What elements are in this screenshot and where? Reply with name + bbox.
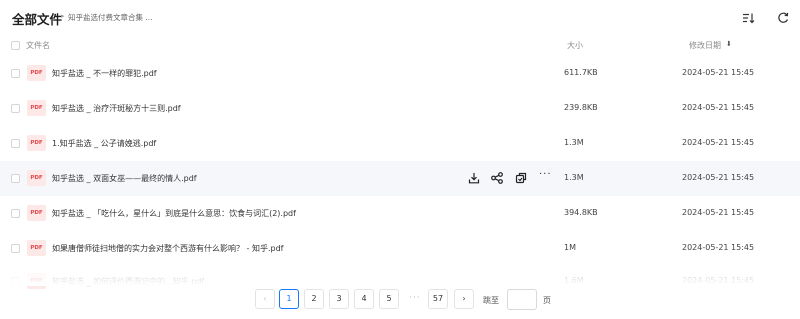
file-name[interactable]: 知乎盐选 _ 双面女巫——最终的情人.pdf [52,173,197,184]
file-size: 1.3M [564,173,584,182]
pdf-file-icon: PDF [27,205,46,221]
file-name[interactable]: 知乎盐选 _ 不一样的罪犯.pdf [52,68,157,79]
pagination-ellipsis[interactable]: ··· [409,293,421,303]
page-button-4[interactable]: 4 [354,289,374,309]
next-page-button[interactable]: › [454,289,474,309]
breadcrumb-separator-icon: ▸ [61,12,65,20]
row-checkbox[interactable] [11,244,20,253]
column-header-row: 文件名 大小 修改日期 ⬇ [0,36,800,56]
sort-icon[interactable] [741,10,755,24]
column-name-header[interactable]: 文件名 [26,40,50,51]
file-modified-date: 2024-05-21 15:45 [682,173,755,182]
file-size: 611.7KB [564,68,598,77]
file-row[interactable]: PDF 知乎盐选 _ 「吃什么，星什么」到底是什么意思：饮食与词汇(2).pdf… [0,196,800,231]
more-actions-icon[interactable]: ··· [539,169,552,180]
share-icon[interactable] [490,171,504,185]
column-date-header[interactable]: 修改日期 [689,40,721,51]
page-title: 全部文件 [12,12,63,27]
pdf-file-icon: PDF [27,273,46,289]
breadcrumb[interactable]: 知乎盐选付费文章合集 ... [68,12,153,23]
file-row[interactable]: PDF 知乎盐选 _ 治疗汗斑秘方十三则.pdf 239.8KB 2024-05… [0,91,800,126]
select-all-checkbox[interactable] [11,41,20,50]
pdf-file-icon: PDF [27,65,46,81]
row-checkbox[interactable] [11,174,20,183]
jump-page-unit: 页 [543,296,551,305]
file-name[interactable]: 1.知乎盐选 _ 公子请娩逃.pdf [52,138,156,149]
file-size: 1.6M [564,276,584,285]
file-row[interactable]: PDF 如果唐僧师徒扫地僧的实力会对整个西游有什么影响？ - 知乎.pdf 1M… [0,231,800,266]
file-row-hovered[interactable]: PDF 知乎盐选 _ 双面女巫——最终的情人.pdf ··· 1.3M 2024… [0,161,800,196]
pdf-file-icon: PDF [27,135,46,151]
file-size: 239.8KB [564,103,598,112]
file-modified-date: 2024-05-21 15:45 [682,276,755,285]
page-button-1[interactable]: 1 [279,289,299,309]
row-checkbox[interactable] [11,139,20,148]
page-button-5[interactable]: 5 [379,289,399,309]
file-modified-date: 2024-05-21 15:45 [682,138,755,147]
download-icon[interactable] [467,171,481,185]
row-checkbox[interactable] [11,209,20,218]
file-row[interactable]: PDF 1.知乎盐选 _ 公子请娩逃.pdf 1.3M 2024-05-21 1… [0,126,800,161]
page-button-last[interactable]: 57 [428,289,448,309]
toolbar-header: 全部文件 ▸ 知乎盐选付费文章合集 ... [0,0,800,34]
page-button-2[interactable]: 2 [304,289,324,309]
page-button-3[interactable]: 3 [329,289,349,309]
file-name[interactable]: 如果唐僧师徒扫地僧的实力会对整个西游有什么影响？ - 知乎.pdf [52,243,284,254]
pdf-file-icon: PDF [27,240,46,256]
file-size: 1.3M [564,138,584,147]
refresh-icon[interactable] [776,10,790,24]
file-modified-date: 2024-05-21 15:45 [682,208,755,217]
file-modified-date: 2024-05-21 15:45 [682,103,755,112]
jump-to-label: 跳至 [483,296,499,305]
file-modified-date: 2024-05-21 15:45 [682,68,755,77]
pagination: ‹ 1 2 3 4 5 ··· 57 › 跳至 页 [0,289,800,313]
file-name[interactable]: 知乎盐选 _ 如何评价西游记中的...知乎.pdf [52,276,204,287]
column-size-header[interactable]: 大小 [567,40,583,51]
pdf-file-icon: PDF [27,100,46,116]
file-name[interactable]: 知乎盐选 _ 「吃什么，星什么」到底是什么意思：饮食与词汇(2).pdf [52,208,296,219]
row-checkbox[interactable] [11,69,20,78]
file-size: 394.8KB [564,208,598,217]
file-size: 1M [564,243,576,252]
jump-page-input[interactable] [507,289,537,310]
pdf-file-icon: PDF [27,170,46,186]
row-checkbox[interactable] [11,277,20,286]
file-name[interactable]: 知乎盐选 _ 治疗汗斑秘方十三则.pdf [52,103,181,114]
row-checkbox[interactable] [11,104,20,113]
file-row[interactable]: PDF 知乎盐选 _ 不一样的罪犯.pdf 611.7KB 2024-05-21… [0,56,800,91]
prev-page-button[interactable]: ‹ [255,289,275,309]
file-modified-date: 2024-05-21 15:45 [682,243,755,252]
sort-desc-icon[interactable]: ⬇ [726,40,732,48]
move-icon[interactable] [514,171,528,185]
